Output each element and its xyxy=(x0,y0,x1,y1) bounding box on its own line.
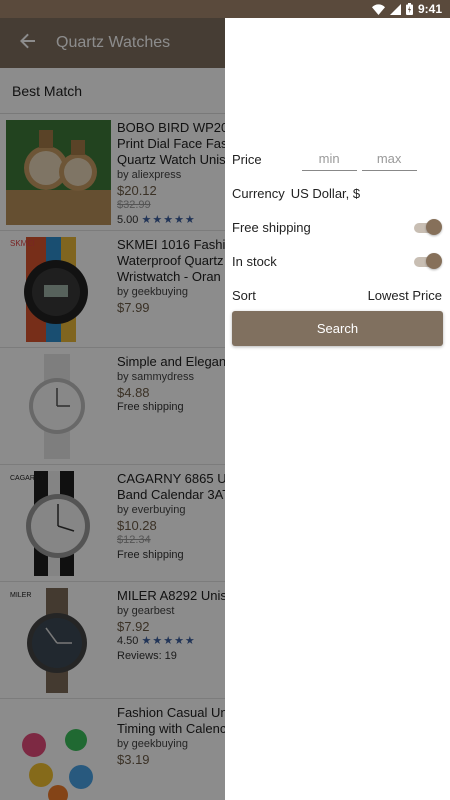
free-shipping-label: Free shipping xyxy=(232,219,311,235)
status-bar: 9:41 xyxy=(0,0,450,18)
wifi-icon xyxy=(371,3,385,15)
price-filter-row: Price xyxy=(232,146,442,172)
sort-row[interactable]: Sort Lowest Price xyxy=(232,282,442,308)
status-icons: 9:41 xyxy=(371,2,442,16)
toggle-thumb xyxy=(426,253,442,269)
filter-drawer: Price Currency US Dollar, $ Free shippin… xyxy=(225,18,450,800)
battery-icon xyxy=(405,3,413,15)
price-label: Price xyxy=(232,151,262,167)
free-shipping-row: Free shipping xyxy=(232,214,442,240)
price-min-input[interactable] xyxy=(301,147,357,171)
currency-label: Currency xyxy=(232,185,285,201)
sort-value: Lowest Price xyxy=(367,287,442,303)
in-stock-label: In stock xyxy=(232,253,277,269)
search-button[interactable]: Search xyxy=(232,311,443,346)
free-shipping-toggle[interactable] xyxy=(414,218,442,236)
price-max-input[interactable] xyxy=(361,147,417,171)
in-stock-row: In stock xyxy=(232,248,442,274)
currency-value: US Dollar, $ xyxy=(290,185,361,201)
sort-label: Sort xyxy=(232,287,256,303)
clock-time: 9:41 xyxy=(417,2,442,16)
toggle-thumb xyxy=(426,219,442,235)
in-stock-toggle[interactable] xyxy=(414,252,442,270)
currency-row[interactable]: Currency US Dollar, $ xyxy=(232,180,442,206)
cellular-signal-icon xyxy=(389,3,401,15)
